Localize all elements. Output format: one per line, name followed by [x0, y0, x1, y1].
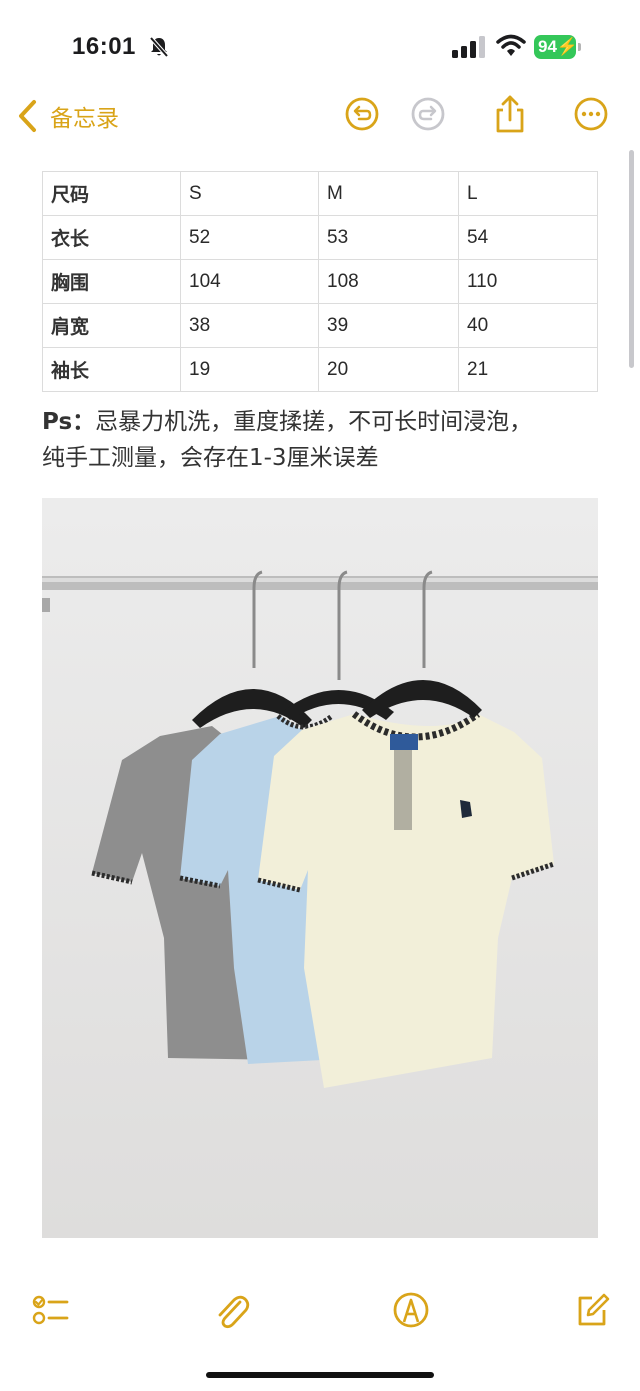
table-row: 胸围 104 108 110 — [42, 259, 598, 304]
markup-pen-icon[interactable] — [391, 1290, 431, 1330]
table-row: 肩宽 38 39 40 — [42, 303, 598, 348]
note-text[interactable]: Ps：忌暴力机洗，重度揉搓，不可长时间浸泡， 纯手工测量，会存在1-3厘米误差 — [42, 404, 602, 476]
table-cell[interactable]: 尺码 — [42, 171, 181, 216]
note-prefix: Ps： — [42, 409, 96, 435]
paperclip-icon[interactable] — [212, 1290, 252, 1330]
battery-level: 94⚡ — [534, 35, 578, 59]
bell-slash-icon — [149, 36, 169, 58]
table-cell[interactable]: 19 — [180, 347, 319, 392]
back-label: 备忘录 — [50, 106, 119, 132]
battery-icon: 94⚡ — [534, 35, 582, 59]
table-cell[interactable]: 104 — [180, 259, 319, 304]
product-photo[interactable] — [42, 498, 598, 1238]
size-table: 尺码 S M L 衣长 52 53 54 胸围 104 108 110 肩宽 3… — [42, 171, 598, 392]
table-cell[interactable]: 54 — [458, 215, 598, 260]
table-cell[interactable]: 胸围 — [42, 259, 181, 304]
table-cell[interactable]: 衣长 — [42, 215, 181, 260]
product-photo-illustration — [42, 498, 598, 1238]
table-cell[interactable]: 21 — [458, 347, 598, 392]
share-icon[interactable] — [490, 94, 530, 134]
table-cell[interactable]: 110 — [458, 259, 598, 304]
back-button[interactable]: 备忘录 — [16, 96, 119, 136]
compose-icon[interactable] — [572, 1290, 612, 1330]
table-cell[interactable]: M — [318, 171, 459, 216]
more-icon[interactable] — [571, 94, 611, 134]
table-row: 尺码 S M L — [42, 171, 598, 216]
checklist-icon[interactable] — [30, 1290, 70, 1330]
table-row: 袖长 19 20 21 — [42, 347, 598, 392]
nav-bar: 备忘录 — [0, 88, 640, 144]
home-indicator[interactable] — [206, 1372, 434, 1378]
status-time: 16:01 — [72, 33, 136, 60]
status-bar: 16:01 94⚡ — [0, 0, 640, 80]
wifi-icon — [496, 34, 526, 56]
table-cell[interactable]: S — [180, 171, 319, 216]
cellular-signal-icon — [452, 36, 485, 58]
table-cell[interactable]: 53 — [318, 215, 459, 260]
scroll-indicator[interactable] — [629, 150, 634, 368]
table-cell[interactable]: 38 — [180, 303, 319, 348]
back-chevron-icon — [19, 100, 36, 132]
table-cell[interactable]: 20 — [318, 347, 459, 392]
table-cell[interactable]: 袖长 — [42, 347, 181, 392]
table-row: 衣长 52 53 54 — [42, 215, 598, 260]
table-cell[interactable]: 40 — [458, 303, 598, 348]
table-cell[interactable]: L — [458, 171, 598, 216]
table-cell[interactable]: 39 — [318, 303, 459, 348]
note-line-2: 纯手工测量，会存在1-3厘米误差 — [42, 445, 379, 471]
undo-icon[interactable] — [342, 94, 382, 134]
table-cell[interactable]: 肩宽 — [42, 303, 181, 348]
redo-icon[interactable] — [408, 94, 448, 134]
table-cell[interactable]: 108 — [318, 259, 459, 304]
note-line-1: 忌暴力机洗，重度揉搓，不可长时间浸泡， — [95, 409, 533, 435]
table-cell[interactable]: 52 — [180, 215, 319, 260]
